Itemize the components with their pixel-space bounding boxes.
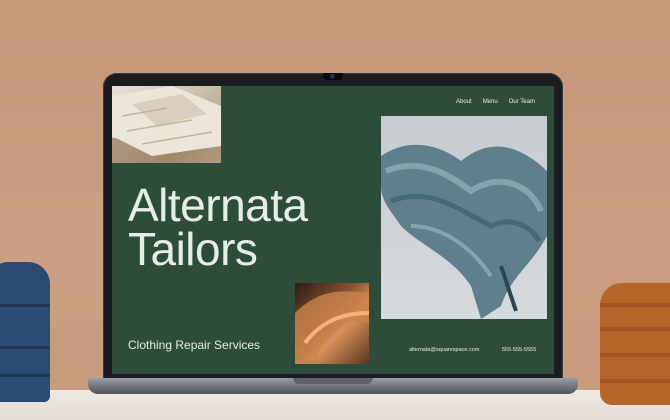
sweater-rib <box>600 353 670 357</box>
folded-shirt-image <box>112 86 221 163</box>
twisted-fabric-illustration <box>381 144 547 319</box>
website-screen: About Menu Our Team Alternata Tailors Cl… <box>112 86 554 374</box>
leather-swatch-image <box>295 283 369 364</box>
sweater-fold <box>0 346 50 349</box>
laptop-lid: About Menu Our Team Alternata Tailors Cl… <box>103 73 563 379</box>
sweater-rib <box>600 303 670 307</box>
leather-swatch-illustration <box>295 291 369 364</box>
sweater-rib <box>600 327 670 331</box>
table-surface <box>0 390 670 420</box>
folded-blue-sweater <box>0 262 50 402</box>
twisted-fabric-image <box>381 116 547 319</box>
product-photo-scene: About Menu Our Team Alternata Tailors Cl… <box>0 0 670 420</box>
camera-icon <box>330 74 335 79</box>
contact-email-link[interactable]: alternata@squarespace.com <box>409 347 479 353</box>
laptop-base <box>88 378 578 394</box>
sweater-fold <box>0 304 50 307</box>
folded-shirt-illustration <box>112 86 221 163</box>
sweater-rib <box>600 379 670 383</box>
contact-phone-link[interactable]: 555-555-5555 <box>502 347 536 353</box>
hero-title: Alternata Tailors <box>128 179 308 275</box>
nav-our-team-link[interactable]: Our Team <box>509 99 535 105</box>
nav-menu-link[interactable]: Menu <box>483 99 498 105</box>
main-nav: About Menu Our Team <box>456 99 535 105</box>
laptop-opening-notch <box>293 378 373 384</box>
folded-orange-sweater <box>600 283 670 405</box>
sweater-fold <box>0 374 50 377</box>
nav-about-link[interactable]: About <box>456 99 472 105</box>
tagline: Clothing Repair Services <box>128 338 261 352</box>
